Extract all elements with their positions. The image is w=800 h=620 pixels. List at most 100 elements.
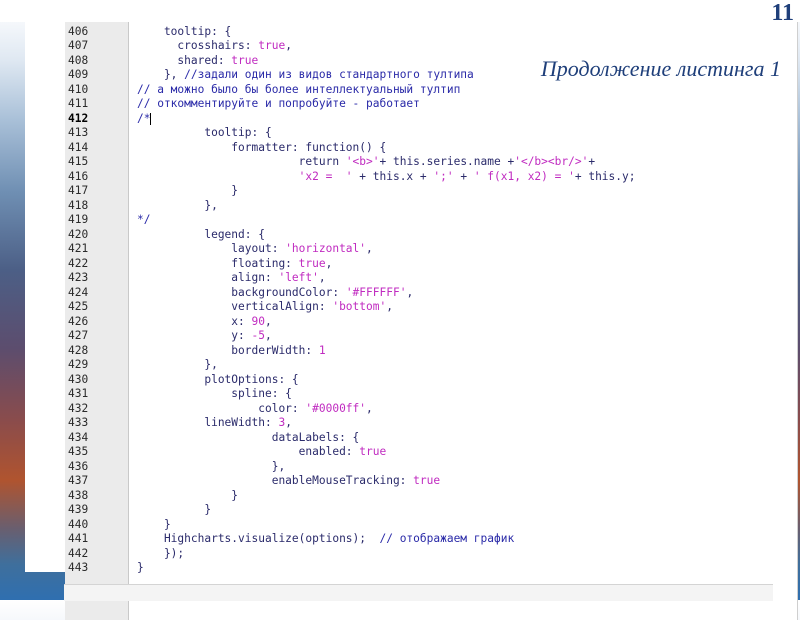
- code-line[interactable]: 415 return '<b>'+ this.series.name +'</b…: [65, 155, 797, 170]
- line-number: 407: [68, 39, 89, 52]
- code-text: },: [137, 459, 286, 473]
- code-line[interactable]: 442 });: [65, 547, 797, 562]
- code-text: }: [137, 517, 171, 531]
- code-line[interactable]: 423 align: 'left',: [65, 271, 797, 286]
- line-number: 408: [68, 53, 89, 67]
- code-line[interactable]: 424 backgroundColor: '#FFFFFF',: [65, 286, 797, 301]
- line-number: 411: [68, 97, 89, 110]
- line-number: 443: [68, 561, 89, 574]
- line-number: 412: [68, 111, 89, 125]
- code-text: enableMouseTracking: true: [137, 474, 441, 487]
- code-text: formatter: function() {: [137, 140, 387, 154]
- code-line[interactable]: 412 /*: [65, 112, 797, 127]
- line-number: 435: [68, 445, 89, 458]
- line-number: 430: [68, 372, 89, 386]
- code-line[interactable]: 417 }: [65, 184, 797, 199]
- code-line[interactable]: 435 enabled: true: [65, 445, 797, 460]
- code-text: dataLabels: {: [137, 430, 360, 444]
- code-text: enabled: true: [137, 445, 387, 458]
- code-text: 'x2 = ' + this.x + ';' + ' f(x1, x2) = '…: [298, 169, 636, 183]
- code-text: tooltip: {: [137, 24, 232, 38]
- code-text: y: -5,: [137, 329, 272, 342]
- line-number: 414: [68, 140, 89, 154]
- code-text: // а можно было бы более интеллектуальны…: [137, 82, 461, 96]
- line-number: 415: [68, 155, 89, 168]
- code-text: align: 'left',: [137, 271, 326, 284]
- code-text: },: [137, 198, 218, 212]
- code-text: lineWidth: 3,: [137, 416, 292, 429]
- code-text: crosshairs: true,: [137, 39, 292, 52]
- line-number: 406: [68, 24, 89, 38]
- code-line[interactable]: 432 color: '#0000ff',: [65, 402, 797, 417]
- code-line[interactable]: 443}: [65, 561, 797, 576]
- line-number: 409: [68, 68, 89, 81]
- listing-subtitle: Продолжение листинга 1: [536, 56, 785, 82]
- code-line[interactable]: 419 */: [65, 213, 797, 228]
- code-line[interactable]: 410 // а можно было бы более интеллектуал…: [65, 83, 797, 98]
- code-line[interactable]: 413 tooltip: {: [65, 126, 797, 141]
- code-line[interactable]: 437 enableMouseTracking: true: [65, 474, 797, 489]
- line-number: 421: [68, 242, 89, 255]
- code-line[interactable]: 427 y: -5,: [65, 329, 797, 344]
- code-line[interactable]: 433 lineWidth: 3,: [65, 416, 797, 431]
- code-line[interactable]: 418 },: [65, 199, 797, 214]
- code-line[interactable]: 420 legend: {: [65, 228, 797, 243]
- line-number: 440: [68, 517, 89, 531]
- horizontal-scrollbar[interactable]: [64, 584, 773, 601]
- code-text: // откомментируйте и попробуйте - работа…: [137, 97, 420, 110]
- code-text: borderWidth: 1: [137, 343, 326, 357]
- code-line[interactable]: 436 },: [65, 460, 797, 475]
- line-number: 417: [68, 184, 89, 197]
- code-text: backgroundColor: '#FFFFFF',: [137, 285, 414, 299]
- code-line[interactable]: 425 verticalAlign: 'bottom',: [65, 300, 797, 315]
- code-line[interactable]: 428 borderWidth: 1: [65, 344, 797, 359]
- code-text: spline: {: [137, 387, 292, 400]
- code-text: floating: true,: [137, 256, 333, 270]
- line-number: 418: [68, 198, 89, 212]
- line-number: 416: [68, 169, 89, 183]
- code-line[interactable]: 430 plotOptions: {: [65, 373, 797, 388]
- code-line[interactable]: 429 },: [65, 358, 797, 373]
- line-number: 431: [68, 387, 89, 400]
- line-number: 425: [68, 300, 89, 313]
- code-line[interactable]: 440 }: [65, 518, 797, 533]
- code-line[interactable]: 416 'x2 = ' + this.x + ';' + ' f(x1, x2)…: [65, 170, 797, 185]
- code-text: */: [137, 213, 151, 226]
- code-line[interactable]: 441 Highcharts.visualize(options); // от…: [65, 532, 797, 547]
- code-text: x: 90,: [137, 314, 272, 328]
- line-number: 439: [68, 503, 89, 516]
- line-number: 410: [68, 82, 89, 96]
- line-number: 413: [68, 126, 89, 139]
- code-line[interactable]: 426 x: 90,: [65, 315, 797, 330]
- code-text: });: [137, 546, 185, 560]
- code-line[interactable]: 407 crosshairs: true,: [65, 39, 797, 54]
- line-number: 438: [68, 488, 89, 502]
- line-number: 432: [68, 401, 89, 415]
- line-number: 424: [68, 285, 89, 299]
- code-line[interactable]: 431 spline: {: [65, 387, 797, 402]
- code-line[interactable]: 439 }: [65, 503, 797, 518]
- line-number: 441: [68, 532, 89, 545]
- code-line[interactable]: 414 formatter: function() {: [65, 141, 797, 156]
- code-line[interactable]: 421 layout: 'horizontal',: [65, 242, 797, 257]
- text-caret: [150, 112, 152, 125]
- line-number: 422: [68, 256, 89, 270]
- line-number: 420: [68, 227, 89, 241]
- line-number: 433: [68, 416, 89, 429]
- slide-panel: 405 },406 tooltip: {407 crosshairs: true…: [25, 22, 798, 620]
- code-editor[interactable]: 405 },406 tooltip: {407 crosshairs: true…: [65, 22, 798, 620]
- line-number: 437: [68, 474, 89, 487]
- line-number: 419: [68, 213, 89, 226]
- code-text: verticalAlign: 'bottom',: [137, 300, 393, 313]
- code-text: }, //задали один из видов стандартного т…: [137, 68, 474, 81]
- code-text: tooltip: {: [137, 126, 272, 139]
- code-text: }: [137, 561, 144, 574]
- code-text: }: [137, 184, 239, 197]
- code-line[interactable]: 406 tooltip: {: [65, 25, 797, 40]
- code-line[interactable]: 422 floating: true,: [65, 257, 797, 272]
- line-number: 436: [68, 459, 89, 473]
- code-line[interactable]: 434 dataLabels: {: [65, 431, 797, 446]
- code-line[interactable]: 411 // откомментируйте и попробуйте - раб…: [65, 97, 797, 112]
- code-line[interactable]: 438 }: [65, 489, 797, 504]
- line-number: 428: [68, 343, 89, 357]
